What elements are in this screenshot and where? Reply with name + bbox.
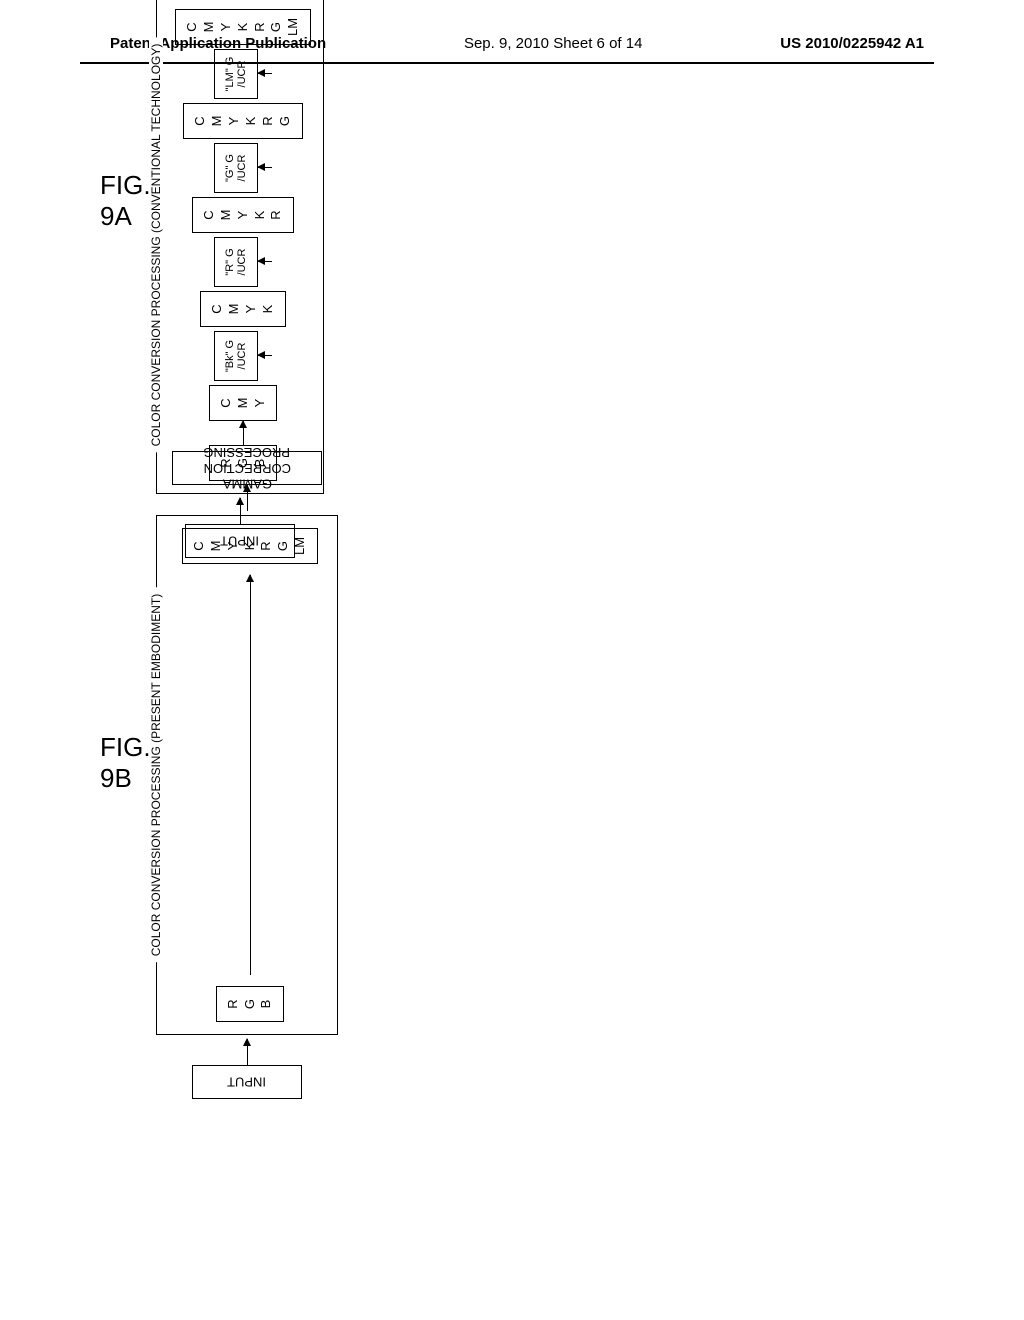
ucr-r-box: "R" G /UCR [214, 237, 258, 287]
figure-content: FIG. 9A FIG. 9B INPUT COLOR CONVERSION P… [100, 150, 880, 1200]
figure-9a-label: FIG. 9A [100, 170, 151, 232]
arrow-icon [246, 1039, 247, 1065]
figure-9b-diagram: INPUT COLOR CONVERSION PROCESSING (PRESE… [151, 680, 1024, 1200]
figure-9b-label: FIG. 9B [100, 732, 151, 794]
cmykrg-box-9a: C M Y K R G [183, 103, 302, 139]
cmykr-box-9a: C M Y K R [191, 197, 293, 233]
ucr-lm-box: "LM" G /UCR [214, 49, 258, 99]
arrow-icon [258, 262, 272, 263]
ccp-title-9b: COLOR CONVERSION PROCESSING (PRESENT EMB… [149, 588, 163, 963]
rgb-box-9b: R G B [215, 986, 284, 1022]
ucr-g-box: "G" G /UCR [214, 143, 258, 193]
arrow-icon [249, 575, 250, 975]
cmykrglm-box-9a: C M Y K R G LM [175, 9, 311, 45]
input-box-9b: INPUT [192, 1065, 302, 1099]
arrow-icon [258, 168, 272, 169]
diagrams-column: INPUT COLOR CONVERSION PROCESSING (CONVE… [151, 150, 1024, 1200]
gamma-box-9b: GAMMA CORRECTION PROCESSING [172, 451, 322, 485]
ccp-container-9b: COLOR CONVERSION PROCESSING (PRESENT EMB… [156, 515, 338, 1035]
arrow-icon [258, 74, 272, 75]
cmykrglm-box-9b: C M Y K R G LM [181, 528, 317, 564]
figure-label-column: FIG. 9A FIG. 9B [100, 150, 151, 1200]
